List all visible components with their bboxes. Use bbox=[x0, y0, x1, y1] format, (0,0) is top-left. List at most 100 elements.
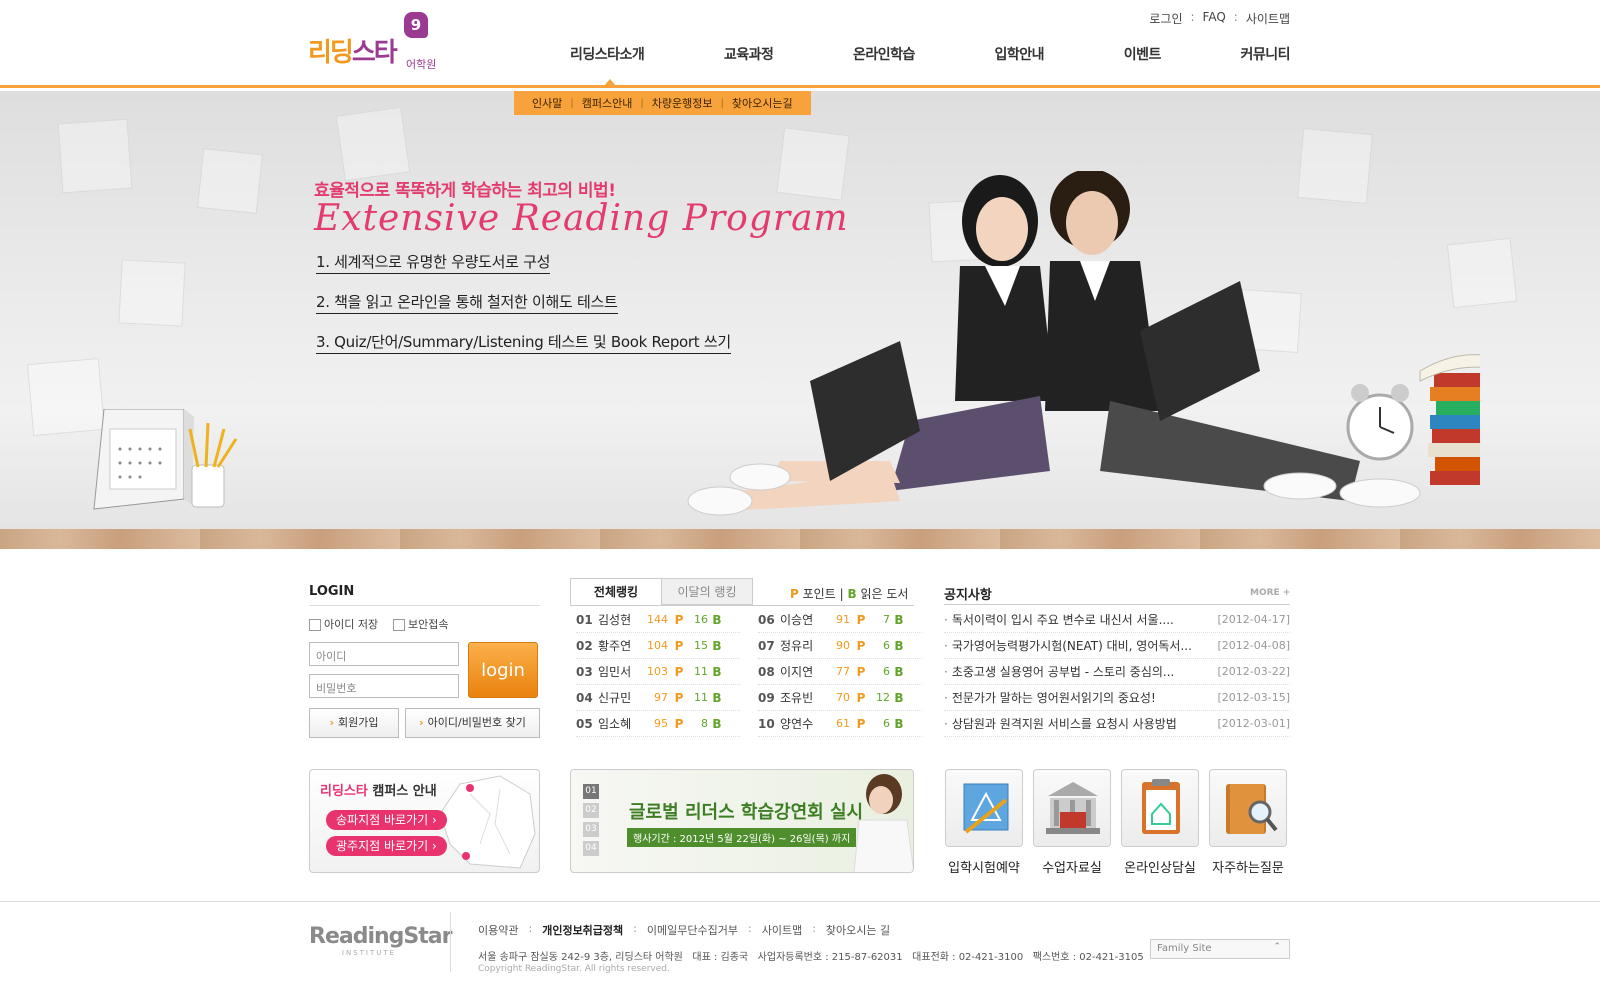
quick-faq[interactable] bbox=[1209, 769, 1287, 847]
quick-label-materials[interactable]: 수업자료실 bbox=[1022, 857, 1122, 876]
rank-books: 11 bbox=[694, 665, 708, 678]
songpa-campus-button[interactable]: 송파지점 바로가기 › bbox=[326, 810, 447, 830]
rank-books: 15 bbox=[694, 639, 708, 652]
logo-text-b: 스타 bbox=[351, 38, 398, 68]
rank-number: 07 bbox=[758, 638, 775, 653]
event-banner[interactable]: 01 02 03 04 글로벌 리더스 학습강연회 실시 행사기간 : 2012… bbox=[570, 769, 914, 873]
notice-item[interactable]: · 상담원과 원격지원 서비스를 요청시 사용방법 [2012-03-01] bbox=[944, 711, 1290, 737]
save-id-option[interactable]: 아이디 저장 bbox=[309, 616, 378, 632]
footer-link-privacy[interactable]: 개인정보취급정책 bbox=[542, 922, 623, 938]
separator: : bbox=[528, 922, 533, 935]
login-link[interactable]: 로그인 bbox=[1149, 10, 1182, 27]
bullet-icon: · bbox=[944, 716, 948, 731]
footer-logo-text: ReadingStar bbox=[309, 924, 452, 949]
rank-books: 16 bbox=[694, 613, 708, 626]
rank-name: 황주연 bbox=[598, 639, 632, 653]
login-button[interactable]: login bbox=[468, 642, 538, 698]
subnav-item-greeting[interactable]: 인사말 bbox=[524, 95, 570, 111]
ranking-row[interactable]: 04 신규민 97 P 11 B bbox=[576, 685, 740, 711]
separator: : bbox=[1190, 10, 1195, 24]
notice-text[interactable]: 초중고생 실용영어 공부법 - 스토리 중심의... bbox=[952, 663, 1218, 680]
rank-books: 12 bbox=[876, 691, 890, 704]
banner-page-4[interactable]: 04 bbox=[583, 841, 599, 856]
id-input[interactable]: 아이디 bbox=[309, 642, 459, 666]
paper-note bbox=[197, 148, 263, 214]
rank-points: 61 bbox=[836, 717, 850, 730]
notice-item[interactable]: · 초중고생 실용영어 공부법 - 스토리 중심의... [2012-03-22] bbox=[944, 659, 1290, 685]
secure-login-checkbox[interactable] bbox=[393, 619, 405, 631]
notice-text[interactable]: 전문가가 말하는 영어원서읽기의 중요성! bbox=[952, 689, 1218, 706]
rank-number: 01 bbox=[576, 612, 593, 627]
notice-item[interactable]: · 전문가가 말하는 영어원서읽기의 중요성! [2012-03-15] bbox=[944, 685, 1290, 711]
notice-date: [2012-03-01] bbox=[1217, 717, 1290, 730]
ranking-row[interactable]: 05 임소혜 95 P 8 B bbox=[576, 711, 740, 737]
quick-online-counseling[interactable] bbox=[1121, 769, 1199, 847]
ranking-row[interactable]: 03 임민서 103 P 11 B bbox=[576, 659, 740, 685]
nav-item-community[interactable]: 커뮤니티 bbox=[1240, 44, 1290, 64]
notice-text[interactable]: 상담원과 원격지원 서비스를 요청시 사용방법 bbox=[952, 715, 1218, 732]
rank-name: 이승연 bbox=[780, 613, 814, 627]
footer-link-directions[interactable]: 찾아오시는 길 bbox=[826, 922, 890, 938]
nav-item-about[interactable]: 리딩스타소개 bbox=[570, 44, 645, 64]
logo[interactable]: 9 리딩스타 어학원 bbox=[308, 12, 450, 72]
subnav-item-directions[interactable]: 찾아오시는길 bbox=[724, 95, 801, 111]
sitemap-link[interactable]: 사이트맵 bbox=[1246, 10, 1290, 27]
faq-link[interactable]: FAQ bbox=[1203, 10, 1226, 27]
nav-item-event[interactable]: 이벤트 bbox=[1124, 44, 1162, 64]
banner-pager: 01 02 03 04 bbox=[583, 784, 599, 856]
points-marker: P bbox=[856, 638, 866, 653]
ranking-row[interactable]: 06 이승연 91 P 7 B bbox=[758, 607, 922, 633]
more-link[interactable]: MORE + bbox=[1250, 588, 1290, 598]
points-marker: P bbox=[674, 716, 684, 731]
students-image bbox=[687, 171, 1480, 516]
subnav-item-shuttle[interactable]: 차량운행정보 bbox=[644, 95, 721, 111]
quick-exam-reservation[interactable] bbox=[945, 769, 1023, 847]
notice-text[interactable]: 국가영어능력평가시험(NEAT) 대비, 영어독서... bbox=[952, 637, 1218, 654]
ranking-row[interactable]: 08 이지연 77 P 6 B bbox=[758, 659, 922, 685]
login-title: LOGIN bbox=[309, 584, 540, 606]
footer-link-terms[interactable]: 이용약관 bbox=[478, 922, 518, 938]
hero-banner: 효율적으로 똑똑하게 학습하는 최고의 비법! Extensive Readin… bbox=[0, 91, 1600, 549]
ranking-row[interactable]: 10 양연수 61 P 6 B bbox=[758, 711, 922, 737]
password-input[interactable]: 비밀번호 bbox=[309, 674, 459, 698]
find-account-button[interactable]: › 아이디/비밀번호 찾기 bbox=[405, 708, 540, 738]
points-marker: P bbox=[674, 664, 684, 679]
ranking-row[interactable]: 09 조유빈 70 P 12 B bbox=[758, 685, 922, 711]
rank-name: 조유빈 bbox=[780, 691, 814, 705]
footer-link-email[interactable]: 이메일무단수집거부 bbox=[647, 922, 738, 938]
save-id-checkbox[interactable] bbox=[309, 619, 321, 631]
tab-month-ranking[interactable]: 이달의 랭킹 bbox=[661, 578, 753, 605]
bullet-icon: · bbox=[944, 664, 948, 679]
tab-all-ranking[interactable]: 전체랭킹 bbox=[570, 578, 662, 605]
legend-separator: | bbox=[839, 587, 844, 601]
nav-item-online[interactable]: 온라인학습 bbox=[853, 44, 915, 64]
subnav-item-campus[interactable]: 캠퍼스안내 bbox=[574, 95, 641, 111]
nav-item-admission[interactable]: 입학안내 bbox=[995, 44, 1045, 64]
footer-link-sitemap[interactable]: 사이트맵 bbox=[762, 922, 802, 938]
gwangju-campus-button[interactable]: 광주지점 바로가기 › bbox=[326, 836, 447, 856]
banner-page-3[interactable]: 03 bbox=[583, 822, 599, 837]
nav-item-curriculum[interactable]: 교육과정 bbox=[724, 44, 774, 64]
notice-item[interactable]: · 독서이력이 입시 주요 변수로 내신서 서울.... [2012-04-17] bbox=[944, 607, 1290, 633]
rank-points: 103 bbox=[647, 665, 668, 678]
banner-page-1[interactable]: 01 bbox=[583, 784, 599, 799]
banner-page-2[interactable]: 02 bbox=[583, 803, 599, 818]
quick-label-faq[interactable]: 자주하는질문 bbox=[1198, 857, 1298, 876]
books-marker: B bbox=[894, 690, 904, 705]
quick-label-counseling[interactable]: 온라인상담실 bbox=[1110, 857, 1210, 876]
nav-caret-icon bbox=[604, 79, 616, 86]
rank-number: 02 bbox=[576, 638, 593, 653]
ranking-row[interactable]: 01 김성현 144 P 16 B bbox=[576, 607, 740, 633]
notice-text[interactable]: 독서이력이 입시 주요 변수로 내신서 서울.... bbox=[952, 611, 1218, 628]
quick-label-exam[interactable]: 입학시험예약 bbox=[934, 857, 1034, 876]
join-button[interactable]: › 회원가입 bbox=[309, 708, 399, 738]
rank-name: 김성현 bbox=[598, 613, 632, 627]
quick-class-materials[interactable] bbox=[1033, 769, 1111, 847]
notice-divider bbox=[944, 604, 1290, 605]
ranking-row[interactable]: 02 황주연 104 P 15 B bbox=[576, 633, 740, 659]
banner-title: 글로벌 리더스 학습강연회 실시 bbox=[629, 802, 864, 823]
family-site-select[interactable]: Family Site ⌃ bbox=[1150, 939, 1290, 959]
notice-item[interactable]: · 국가영어능력평가시험(NEAT) 대비, 영어독서... [2012-04-08… bbox=[944, 633, 1290, 659]
secure-login-option[interactable]: 보안접속 bbox=[393, 616, 448, 632]
ranking-row[interactable]: 07 정유리 90 P 6 B bbox=[758, 633, 922, 659]
